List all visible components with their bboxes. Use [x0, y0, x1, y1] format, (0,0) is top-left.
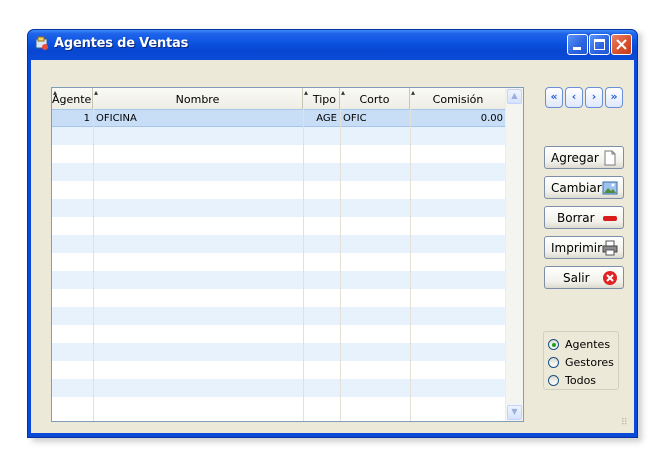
- record-navigator: « ‹ › »: [545, 87, 625, 109]
- empty-row: [52, 253, 507, 271]
- chevron-up-icon: ▲: [511, 91, 518, 100]
- close-icon: [616, 39, 627, 50]
- last-record-button[interactable]: »: [605, 87, 623, 108]
- empty-row: [52, 361, 507, 379]
- next-record-button[interactable]: ›: [585, 87, 603, 108]
- empty-row: [52, 199, 507, 217]
- empty-row: [52, 181, 507, 199]
- radio-todos[interactable]: Todos: [548, 373, 620, 389]
- chevron-down-icon: ▼: [511, 407, 518, 416]
- empty-row: [52, 217, 507, 235]
- radio-agentes[interactable]: Agentes: [548, 337, 620, 353]
- edit-image-icon: [602, 181, 618, 195]
- radio-unselected-icon: [548, 357, 559, 368]
- sort-icon: ▴: [341, 88, 346, 97]
- grid-header: ▴ Agente ▴ Nombre ▴ Tipo ▴ Corto ▴ Comisión: [52, 88, 507, 110]
- empty-row: [52, 289, 507, 307]
- col-header-tipo[interactable]: ▴ Tipo: [303, 88, 340, 109]
- scroll-down-button[interactable]: ▼: [507, 405, 522, 420]
- maximize-button[interactable]: [589, 34, 610, 55]
- agents-grid[interactable]: ▴ Agente ▴ Nombre ▴ Tipo ▴ Corto ▴ Comisión 1: [51, 87, 524, 422]
- title-bar[interactable]: Agentes de Ventas: [28, 30, 637, 60]
- prev-record-button[interactable]: ‹: [565, 87, 583, 108]
- minus-icon: [603, 216, 617, 221]
- empty-row: [52, 307, 507, 325]
- exit-icon: [603, 271, 617, 285]
- main-window: Agentes de Ventas ▴ Agente ▴ Nombre ▴ Tip: [27, 29, 638, 438]
- window-title: Agentes de Ventas: [54, 36, 189, 51]
- table-row[interactable]: 1 OFICINA AGE OFIC 0.00: [52, 109, 507, 127]
- radio-selected-icon: [548, 339, 559, 350]
- close-button[interactable]: [611, 34, 632, 55]
- cell-tipo: AGE: [316, 113, 337, 124]
- printer-icon: [602, 240, 618, 256]
- empty-row: [52, 127, 507, 145]
- column-divider: [410, 109, 411, 421]
- agregar-button[interactable]: Agregar: [544, 146, 624, 169]
- first-record-button[interactable]: «: [545, 87, 563, 108]
- chevron-left-icon: ‹: [571, 90, 577, 103]
- sort-icon: ▴: [304, 88, 309, 97]
- col-header-corto[interactable]: ▴ Corto: [340, 88, 410, 109]
- filter-radio-group: Agentes Gestores Todos: [543, 331, 619, 390]
- salir-button[interactable]: Salir: [544, 266, 624, 289]
- cambiar-button[interactable]: Cambiar: [544, 176, 624, 199]
- empty-row: [52, 343, 507, 361]
- client-area: ▴ Agente ▴ Nombre ▴ Tipo ▴ Corto ▴ Comisión 1: [31, 60, 634, 433]
- column-divider: [303, 109, 304, 421]
- scroll-up-button[interactable]: ▲: [507, 89, 522, 104]
- chevron-right-icon: ›: [591, 90, 597, 103]
- empty-row: [52, 379, 507, 397]
- empty-row: [52, 145, 507, 163]
- empty-row: [52, 235, 507, 253]
- maximize-icon: [594, 39, 605, 50]
- vertical-scrollbar[interactable]: ▲ ▼: [505, 88, 523, 421]
- app-icon: [35, 36, 48, 50]
- empty-row: [52, 397, 507, 415]
- col-header-nombre[interactable]: ▴ Nombre: [93, 88, 303, 109]
- sort-icon: ▴: [53, 88, 58, 97]
- radio-gestores[interactable]: Gestores: [548, 355, 620, 371]
- sort-icon: ▴: [411, 88, 416, 97]
- cell-agente: 1: [83, 113, 90, 124]
- minimize-icon: [573, 47, 581, 50]
- sort-icon: ▴: [94, 88, 99, 97]
- double-chevron-right-icon: »: [610, 90, 618, 103]
- new-document-icon: [604, 150, 616, 166]
- empty-row: [52, 325, 507, 343]
- imprimir-button[interactable]: Imprimir: [544, 236, 624, 259]
- resize-grip-icon[interactable]: ⠿: [621, 419, 631, 431]
- empty-row: [52, 271, 507, 289]
- column-divider: [340, 109, 341, 421]
- minimize-button[interactable]: [567, 34, 588, 55]
- radio-unselected-icon: [548, 375, 559, 386]
- cell-comision: 0.00: [480, 113, 503, 124]
- col-header-agente[interactable]: ▴ Agente: [52, 88, 93, 109]
- borrar-button[interactable]: Borrar: [544, 206, 624, 229]
- column-divider: [93, 109, 94, 421]
- double-chevron-left-icon: «: [550, 90, 558, 103]
- cell-corto: OFIC: [343, 113, 367, 124]
- empty-row: [52, 163, 507, 181]
- grid-rows: 1 OFICINA AGE OFIC 0.00: [52, 109, 507, 415]
- cell-nombre: OFICINA: [96, 113, 137, 124]
- col-header-comision[interactable]: ▴ Comisión: [410, 88, 507, 109]
